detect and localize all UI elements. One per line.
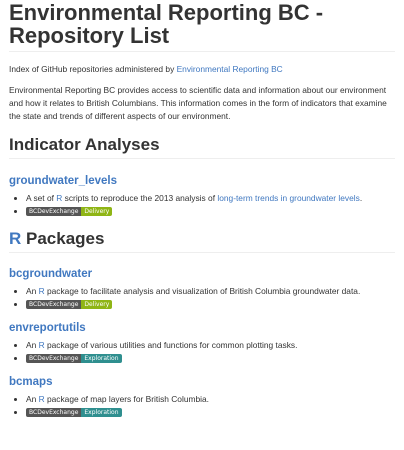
- repo-bcgroundwater: bcgroundwater An R package to facilitate…: [9, 267, 395, 310]
- r-heading-link[interactable]: R: [9, 229, 21, 248]
- desc-text: An: [26, 286, 37, 296]
- bcdevexchange-delivery-badge[interactable]: BCDevExchange Delivery: [26, 207, 113, 217]
- repo-details-list: An R package of various utilities and fu…: [9, 339, 395, 364]
- badge-label: BCDevExchange: [26, 408, 82, 418]
- badge-status: Exploration: [81, 354, 122, 364]
- badge-label: BCDevExchange: [26, 354, 82, 364]
- long-term-trends-link[interactable]: long-term trends in groundwater levels: [217, 193, 359, 203]
- badge-status: Delivery: [81, 300, 113, 310]
- repo-details-list: An R package of map layers for British C…: [9, 393, 395, 418]
- desc-text: .: [359, 193, 363, 203]
- list-item: An R package of map layers for British C…: [26, 393, 395, 405]
- badge-status: Delivery: [81, 207, 113, 217]
- readme-page: Environmental Reporting BC - Repository …: [0, 0, 404, 418]
- badge-status: Exploration: [81, 408, 122, 418]
- badge-label: BCDevExchange: [26, 300, 82, 310]
- page-title: Environmental Reporting BC - Repository …: [9, 0, 395, 52]
- list-item: An R package of various utilities and fu…: [26, 339, 395, 351]
- list-item: A set of R scripts to reproduce the 2013…: [26, 192, 395, 204]
- desc-text: package of map layers for British Columb…: [46, 394, 209, 404]
- description: Environmental Reporting BC provides acce…: [9, 85, 387, 121]
- desc-text: An: [26, 340, 37, 350]
- r-packages-heading: R Packages: [9, 229, 395, 253]
- r-link[interactable]: R: [39, 286, 45, 296]
- intro-line: Index of GitHub repositories administere…: [9, 63, 395, 76]
- bcdevexchange-delivery-badge[interactable]: BCDevExchange Delivery: [26, 300, 113, 310]
- groundwater-levels-link[interactable]: groundwater_levels: [9, 175, 117, 187]
- repo-groundwater-levels: groundwater_levels A set of R scripts to…: [9, 174, 395, 217]
- environmental-reporting-bc-link[interactable]: Environmental Reporting BC: [177, 64, 283, 74]
- list-item: BCDevExchange Delivery: [26, 298, 395, 310]
- bcmaps-link[interactable]: bcmaps: [9, 376, 52, 388]
- badge-label: BCDevExchange: [26, 207, 82, 217]
- desc-text: package to facilitate analysis and visua…: [46, 286, 361, 296]
- repo-bcmaps: bcmaps An R package of map layers for Br…: [9, 375, 395, 418]
- list-item: BCDevExchange Exploration: [26, 352, 395, 364]
- r-link[interactable]: R: [39, 340, 45, 350]
- repo-details-list: A set of R scripts to reproduce the 2013…: [9, 192, 395, 217]
- intro-text: Index of GitHub repositories administere…: [9, 64, 175, 74]
- desc-text: package of various utilities and functio…: [46, 340, 298, 350]
- desc-text: An: [26, 394, 37, 404]
- desc-text: scripts to reproduce the 2013 analysis o…: [64, 193, 216, 203]
- list-item: BCDevExchange Exploration: [26, 406, 395, 418]
- indicator-analyses-heading: Indicator Analyses: [9, 135, 395, 159]
- bcdevexchange-exploration-badge[interactable]: BCDevExchange Exploration: [26, 408, 122, 418]
- bcgroundwater-link[interactable]: bcgroundwater: [9, 268, 92, 280]
- envreportutils-link[interactable]: envreportutils: [9, 322, 86, 334]
- r-link[interactable]: R: [56, 193, 62, 203]
- bcdevexchange-exploration-badge[interactable]: BCDevExchange Exploration: [26, 354, 122, 364]
- desc-text: A set of: [26, 193, 54, 203]
- repo-details-list: An R package to facilitate analysis and …: [9, 285, 395, 310]
- repo-envreportutils: envreportutils An R package of various u…: [9, 321, 395, 364]
- r-packages-heading-text: Packages: [26, 229, 105, 248]
- list-item: BCDevExchange Delivery: [26, 205, 395, 217]
- r-link[interactable]: R: [39, 394, 45, 404]
- list-item: An R package to facilitate analysis and …: [26, 285, 395, 297]
